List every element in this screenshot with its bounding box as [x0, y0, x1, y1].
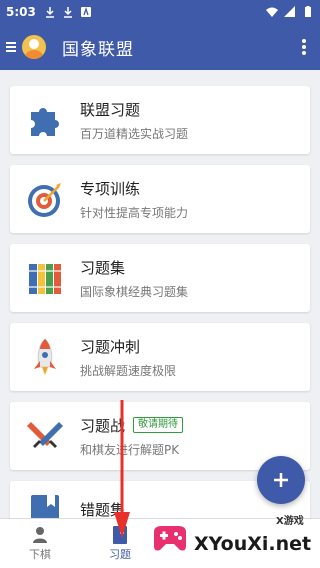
card-subtitle: 挑战解题速度极限 — [80, 363, 177, 378]
gamepad-icon — [154, 526, 186, 551]
more-options-icon[interactable] — [288, 24, 320, 70]
rocket-icon — [10, 323, 80, 391]
avatar[interactable] — [22, 35, 46, 59]
watermark-logo: X游戏 XYouXi.net — [150, 508, 320, 568]
puzzle-icon — [10, 86, 80, 154]
battery-icon — [305, 6, 311, 17]
status-time: 5:03 — [6, 5, 36, 19]
swords-icon — [10, 402, 80, 470]
notification-icons — [44, 6, 92, 18]
signal-icon — [284, 6, 295, 17]
person-icon — [33, 526, 47, 543]
annotation-arrow-icon — [114, 400, 130, 538]
download-icon — [63, 7, 72, 18]
watermark-text: XYouXi.net — [194, 533, 312, 555]
card-puzzle-rush[interactable]: 习题冲刺 挑战解题速度极限 — [10, 323, 310, 391]
nav-item-play[interactable]: 下棋 — [0, 519, 80, 568]
hamburger-menu-icon[interactable] — [0, 24, 22, 70]
card-title: 习题集 — [80, 258, 126, 277]
target-icon — [10, 165, 80, 233]
card-subtitle: 国际象棋经典习题集 — [80, 284, 189, 299]
card-title: 习题冲刺 — [80, 337, 141, 356]
card-puzzle-sets[interactable]: 习题集 国际象棋经典习题集 — [10, 244, 310, 312]
card-subtitle: 针对性提高专项能力 — [80, 205, 189, 220]
card-title: 联盟习题 — [80, 100, 141, 119]
card-alliance-puzzles[interactable]: 联盟习题 百万道精选实战习题 — [10, 86, 310, 154]
download-icon — [45, 7, 54, 18]
app-notification-icon — [80, 6, 91, 17]
card-special-training[interactable]: 专项训练 针对性提高专项能力 — [10, 165, 310, 233]
books-icon — [10, 244, 80, 312]
status-bar: 5:03 — [0, 0, 320, 24]
card-puzzle-battle[interactable]: 习题战 敬请期待 和棋友进行解题PK — [10, 402, 310, 470]
card-subtitle: 百万道精选实战习题 — [80, 126, 189, 141]
wifi-icon — [266, 7, 278, 17]
plus-icon — [274, 473, 288, 487]
watermark-small-text: X游戏 — [276, 516, 304, 527]
add-button[interactable] — [257, 456, 305, 504]
page-title: 国象联盟 — [62, 39, 134, 60]
nav-label: 下棋 — [29, 547, 51, 561]
app-bar: 国象联盟 — [0, 24, 320, 70]
status-badge: 敬请期待 — [133, 417, 184, 433]
nav-label: 习题 — [109, 547, 131, 561]
card-title: 专项训练 — [80, 179, 141, 198]
